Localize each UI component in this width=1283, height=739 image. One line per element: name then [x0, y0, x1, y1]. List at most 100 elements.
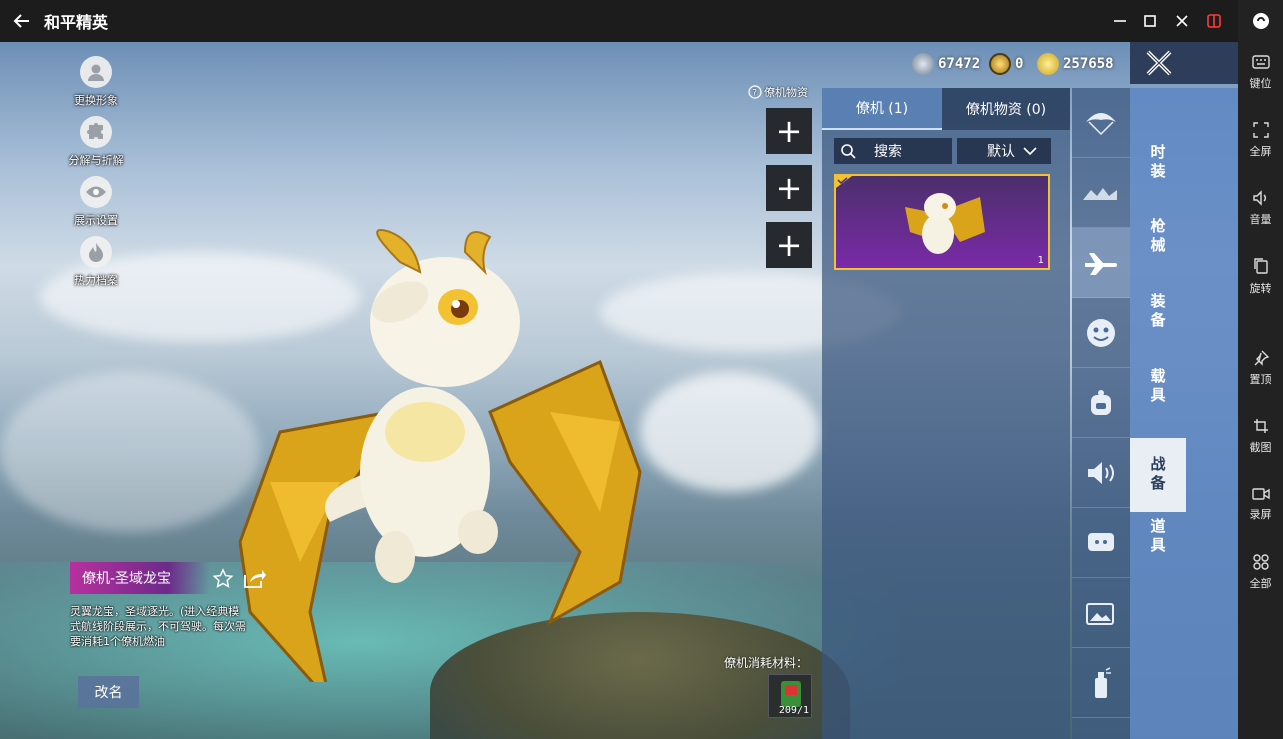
search-icon: [841, 144, 856, 159]
currency-bp-amount: 257658: [1063, 56, 1114, 72]
favorite-star-icon[interactable]: [212, 568, 234, 594]
add-slot-button-1[interactable]: +: [766, 108, 812, 154]
tab-pet-supplies[interactable]: 僚机物资 (0): [942, 88, 1070, 130]
assets-info-link[interactable]: ? 僚机物资: [748, 84, 808, 100]
pin-icon: [1254, 350, 1269, 366]
rename-button[interactable]: 改名: [78, 676, 139, 708]
gold-token-icon: [989, 53, 1011, 75]
emu-all-label: 全部: [1249, 576, 1272, 590]
close-icon[interactable]: [1144, 48, 1174, 78]
cloud: [640, 372, 820, 492]
chat-bubble-icon: [1088, 532, 1114, 551]
pet-name-plate: 僚机-圣域龙宝: [70, 562, 210, 594]
emu-pin-button[interactable]: 置顶: [1238, 338, 1283, 398]
spray-icon: [1095, 666, 1111, 698]
currency-silver-amount: 67472: [938, 56, 981, 72]
cat-pet-plane[interactable]: [1072, 228, 1130, 298]
change-avatar-button[interactable]: 更换形象: [60, 56, 132, 108]
help-circle-icon: ?: [748, 85, 762, 99]
emu-keymap-label: 键位: [1249, 76, 1272, 90]
sort-dropdown[interactable]: 默认: [957, 138, 1051, 164]
close-window-icon[interactable]: [1166, 0, 1198, 42]
emu-rotate-label: 旋转: [1249, 281, 1272, 295]
emu-all-button[interactable]: 全部: [1238, 542, 1283, 602]
fullscreen-icon: [1252, 121, 1269, 138]
record-icon: [1251, 487, 1270, 500]
emote-icon: [1087, 318, 1115, 347]
cat-vehicle-skin[interactable]: [1072, 158, 1130, 228]
cat-parachute[interactable]: [1072, 88, 1130, 158]
heat-archive-label: 热力档案: [74, 274, 118, 287]
volume-icon: [1252, 189, 1266, 206]
close-panel-area: [1130, 42, 1238, 84]
fuel-count: 209/1: [778, 705, 809, 716]
back-arrow-icon[interactable]: [0, 0, 44, 42]
emu-record-button[interactable]: 录屏: [1238, 474, 1283, 534]
emu-record-label: 录屏: [1249, 507, 1272, 521]
change-avatar-label: 更换形象: [74, 94, 118, 107]
category-icon-column: [1072, 88, 1130, 739]
grid-icon: [1252, 553, 1269, 570]
tab-pets[interactable]: 僚机 (1): [822, 88, 942, 130]
fuel-item-slot[interactable]: 209/1: [768, 674, 812, 718]
emulator-sidebar: 键位 全屏 音量 旋转 置顶 截图 录屏 全部: [1238, 0, 1283, 739]
currency-bp[interactable]: 257658: [1037, 52, 1114, 76]
add-slot-button-3[interactable]: +: [766, 222, 812, 268]
share-icon[interactable]: [242, 567, 266, 593]
pet-item-card[interactable]: 1: [834, 174, 1050, 270]
tab-equipment[interactable]: 装备: [1130, 275, 1186, 349]
flame-icon: [80, 236, 112, 268]
plus-icon: +: [775, 112, 803, 150]
gallery-icon: [1086, 602, 1114, 625]
emu-volume-button[interactable]: 音量: [1238, 178, 1283, 238]
cat-spray[interactable]: [1072, 648, 1130, 718]
cat-emote[interactable]: [1072, 298, 1130, 368]
tab-props[interactable]: 道具: [1130, 500, 1186, 574]
game-viewport: 更换形象 分解与折解 展示设置 热力档案 67472 0 257658 ? 僚机…: [0, 42, 1238, 739]
heat-archive-button[interactable]: 热力档案: [60, 236, 132, 288]
cat-gallery[interactable]: [1072, 578, 1130, 648]
window-title: 和平精英: [44, 13, 109, 32]
bp-coin-icon: [1037, 53, 1059, 75]
search-label: 搜索: [874, 144, 902, 160]
decompose-label: 分解与折解: [68, 154, 124, 167]
search-input[interactable]: 搜索: [834, 138, 952, 164]
tab-vehicles[interactable]: 载具: [1130, 350, 1186, 424]
emu-keymap-button[interactable]: 键位: [1238, 42, 1283, 102]
pet-thumbnail: [905, 193, 985, 254]
pet-dragon-model[interactable]: [220, 182, 660, 682]
emulator-logo-icon: [1238, 0, 1283, 42]
display-settings-label: 展示设置: [74, 214, 118, 227]
emu-rotate-button[interactable]: 旋转: [1238, 246, 1283, 306]
currency-silver[interactable]: 67472: [912, 52, 980, 76]
side-panel-toggle-icon[interactable]: [1198, 0, 1230, 42]
tab-weapons[interactable]: 枪械: [1130, 200, 1186, 274]
eye-icon: [80, 176, 112, 208]
assets-info-label: 僚机物资: [764, 86, 808, 99]
add-slot-button-2[interactable]: +: [766, 165, 812, 211]
category-tabs: 时装 枪械 装备 载具 战备 道具: [1130, 88, 1238, 739]
crop-icon: [1253, 418, 1268, 433]
cat-voice[interactable]: [1072, 438, 1130, 508]
cat-backpack[interactable]: [1072, 368, 1130, 438]
plus-icon: +: [775, 169, 803, 207]
inventory-panel: 僚机 (1) 僚机物资 (0) 搜索 默认 1: [822, 88, 1070, 739]
decompose-button[interactable]: 分解与折解: [60, 116, 132, 168]
plus-icon: +: [775, 226, 803, 264]
emu-volume-label: 音量: [1249, 212, 1272, 226]
maximize-icon[interactable]: [1134, 0, 1166, 42]
minimize-icon[interactable]: [1104, 0, 1136, 42]
pet-description: 灵翼龙宝，圣域逐光。(进入经典模式航线阶段展示，不可驾驶。每次需要消耗1个僚机燃…: [70, 605, 246, 648]
parachute-icon: [1086, 112, 1116, 135]
currency-gold-token[interactable]: 0: [989, 52, 1023, 76]
display-settings-button[interactable]: 展示设置: [60, 176, 132, 228]
rotate-icon: [1253, 257, 1268, 274]
plane-icon: [1085, 252, 1117, 275]
cat-chat[interactable]: [1072, 508, 1130, 578]
tab-fashion[interactable]: 时装: [1130, 126, 1186, 200]
consume-material-label: 僚机消耗材料：: [724, 656, 809, 670]
emu-fullscreen-button[interactable]: 全屏: [1238, 110, 1283, 170]
item-count: 1: [1037, 255, 1044, 266]
checkmark-icon: [836, 176, 852, 188]
emu-screenshot-button[interactable]: 截图: [1238, 406, 1283, 466]
